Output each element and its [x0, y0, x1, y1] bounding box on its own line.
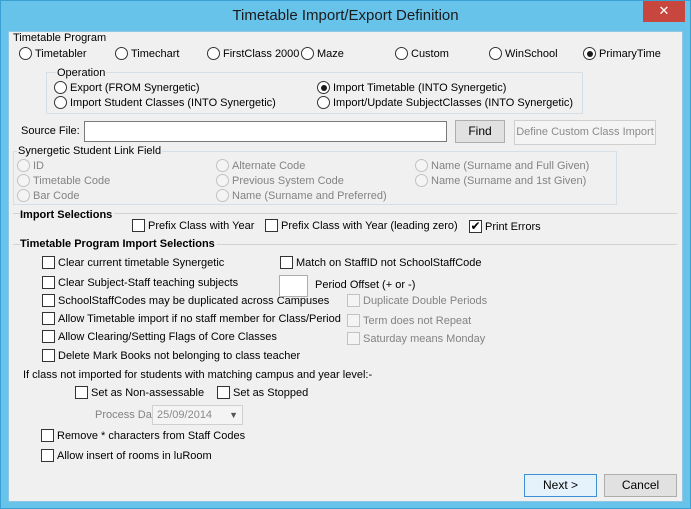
chevron-down-icon[interactable]: ▼ — [229, 406, 238, 424]
radio-button[interactable] — [583, 47, 596, 60]
link-field-label: Synergetic Student Link Field — [17, 145, 163, 157]
checkbox[interactable] — [42, 276, 55, 289]
radio-button[interactable] — [216, 189, 229, 202]
radio-button[interactable] — [415, 159, 428, 172]
check-delete-mark-books[interactable]: Delete Mark Books not belonging to class… — [42, 349, 300, 362]
radio-timetabler[interactable]: Timetabler — [19, 47, 87, 60]
radio-import-timetable[interactable]: Import Timetable (INTO Synergetic) — [317, 81, 506, 94]
not-imported-text: If class not imported for students with … — [23, 369, 373, 381]
checkbox[interactable]: ✔ — [469, 220, 482, 233]
radio-button[interactable] — [216, 159, 229, 172]
radio-link-bar-code[interactable]: Bar Code — [17, 189, 79, 202]
radio-button[interactable] — [489, 47, 502, 60]
radio-timechart[interactable]: Timechart — [115, 47, 180, 60]
radio-button[interactable] — [115, 47, 128, 60]
operation-label: Operation — [56, 67, 107, 79]
program-import-label: Timetable Program Import Selections — [20, 238, 217, 250]
radio-button[interactable] — [17, 174, 30, 187]
radio-button[interactable] — [17, 189, 30, 202]
radio-link-surname-first-given[interactable]: Name (Surname and 1st Given) — [415, 174, 586, 187]
process-date-value: 25/09/2014 — [157, 409, 213, 421]
check-set-stopped[interactable]: Set as Stopped — [217, 386, 308, 399]
radio-link-previous-system-code[interactable]: Previous System Code — [216, 174, 344, 187]
checkbox[interactable] — [42, 349, 55, 362]
radio-button[interactable] — [54, 96, 67, 109]
checkbox[interactable] — [42, 294, 55, 307]
checkbox[interactable] — [280, 256, 293, 269]
radio-link-surname-full-given[interactable]: Name (Surname and Full Given) — [415, 159, 589, 172]
window-title: Timetable Import/Export Definition — [232, 7, 459, 24]
check-match-staffid[interactable]: Match on StaffID not SchoolStaffCode — [280, 256, 482, 269]
checkbox[interactable] — [42, 330, 55, 343]
radio-firstclass-2000[interactable]: FirstClass 2000 — [207, 47, 299, 60]
check-clear-current-timetable[interactable]: Clear current timetable Synergetic — [42, 256, 224, 269]
period-offset-label: Period Offset (+ or -) — [315, 279, 416, 291]
checkbox[interactable] — [75, 386, 88, 399]
check-allow-insert-rooms[interactable]: Allow insert of rooms in luRoom — [41, 449, 212, 462]
period-offset-input[interactable] — [279, 275, 308, 297]
radio-button[interactable] — [317, 96, 330, 109]
define-custom-class-import-button[interactable]: Define Custom Class Import — [514, 120, 656, 145]
checkbox[interactable] — [41, 429, 54, 442]
source-file-label: Source File: — [21, 125, 80, 137]
checkbox[interactable] — [265, 219, 278, 232]
import-selections-label: Import Selections — [20, 209, 115, 221]
check-print-errors[interactable]: ✔ Print Errors — [469, 220, 541, 233]
radio-custom[interactable]: Custom — [395, 47, 449, 60]
radio-maze[interactable]: Maze — [301, 47, 344, 60]
radio-winschool[interactable]: WinSchool — [489, 47, 558, 60]
check-prefix-class-year-leading-zero[interactable]: Prefix Class with Year (leading zero) — [265, 219, 458, 232]
title-bar[interactable]: Timetable Import/Export Definition ✕ — [1, 1, 690, 31]
radio-link-alternate-code[interactable]: Alternate Code — [216, 159, 305, 172]
timetable-program-label: Timetable Program — [13, 32, 107, 44]
check-allow-import-no-staff[interactable]: Allow Timetable import if no staff membe… — [42, 312, 341, 325]
radio-button[interactable] — [317, 81, 330, 94]
checkbox[interactable] — [42, 256, 55, 269]
cancel-button[interactable]: Cancel — [604, 474, 677, 497]
check-clear-subject-staff[interactable]: Clear Subject-Staff teaching subjects — [42, 276, 238, 289]
checkbox[interactable] — [347, 294, 360, 307]
radio-primarytime[interactable]: PrimaryTime — [583, 47, 661, 60]
radio-link-timetable-code[interactable]: Timetable Code — [17, 174, 110, 187]
checkbox[interactable] — [132, 219, 145, 232]
check-allow-clearing-core-flags[interactable]: Allow Clearing/Setting Flags of Core Cla… — [42, 330, 277, 343]
close-button[interactable]: ✕ — [643, 1, 685, 22]
radio-import-update-subjectclasses[interactable]: Import/Update SubjectClasses (INTO Syner… — [317, 96, 573, 109]
radio-button[interactable] — [17, 159, 30, 172]
radio-button[interactable] — [395, 47, 408, 60]
find-button[interactable]: Find — [455, 120, 505, 143]
checkbox[interactable] — [347, 332, 360, 345]
source-file-input[interactable] — [84, 121, 447, 142]
radio-button[interactable] — [216, 174, 229, 187]
checkbox[interactable] — [42, 312, 55, 325]
process-date-picker[interactable]: 25/09/2014 ▼ — [152, 405, 243, 425]
radio-link-surname-preferred[interactable]: Name (Surname and Preferred) — [216, 189, 387, 202]
radio-button[interactable] — [207, 47, 220, 60]
checkbox[interactable] — [41, 449, 54, 462]
checkbox[interactable] — [217, 386, 230, 399]
next-button[interactable]: Next > — [524, 474, 597, 497]
dialog-body: Timetable Program Timetabler Timechart F… — [8, 31, 683, 502]
radio-link-id[interactable]: ID — [17, 159, 44, 172]
check-duplicate-double-periods[interactable]: Duplicate Double Periods — [347, 294, 487, 307]
checkbox[interactable] — [347, 314, 360, 327]
check-set-non-assessable[interactable]: Set as Non-assessable — [75, 386, 204, 399]
check-remove-star-staff-codes[interactable]: Remove * characters from Staff Codes — [41, 429, 245, 442]
checkmark-icon: ✔ — [470, 219, 481, 233]
dialog-window: Timetable Import/Export Definition ✕ Tim… — [0, 0, 691, 509]
radio-button[interactable] — [301, 47, 314, 60]
check-prefix-class-year[interactable]: Prefix Class with Year — [132, 219, 254, 232]
radio-button[interactable] — [19, 47, 32, 60]
radio-import-student-classes[interactable]: Import Student Classes (INTO Synergetic) — [54, 96, 276, 109]
close-icon: ✕ — [658, 3, 670, 18]
check-saturday-monday[interactable]: Saturday means Monday — [347, 332, 485, 345]
radio-button[interactable] — [54, 81, 67, 94]
radio-export[interactable]: Export (FROM Synergetic) — [54, 81, 200, 94]
check-term-not-repeat[interactable]: Term does not Repeat — [347, 314, 471, 327]
radio-button[interactable] — [415, 174, 428, 187]
